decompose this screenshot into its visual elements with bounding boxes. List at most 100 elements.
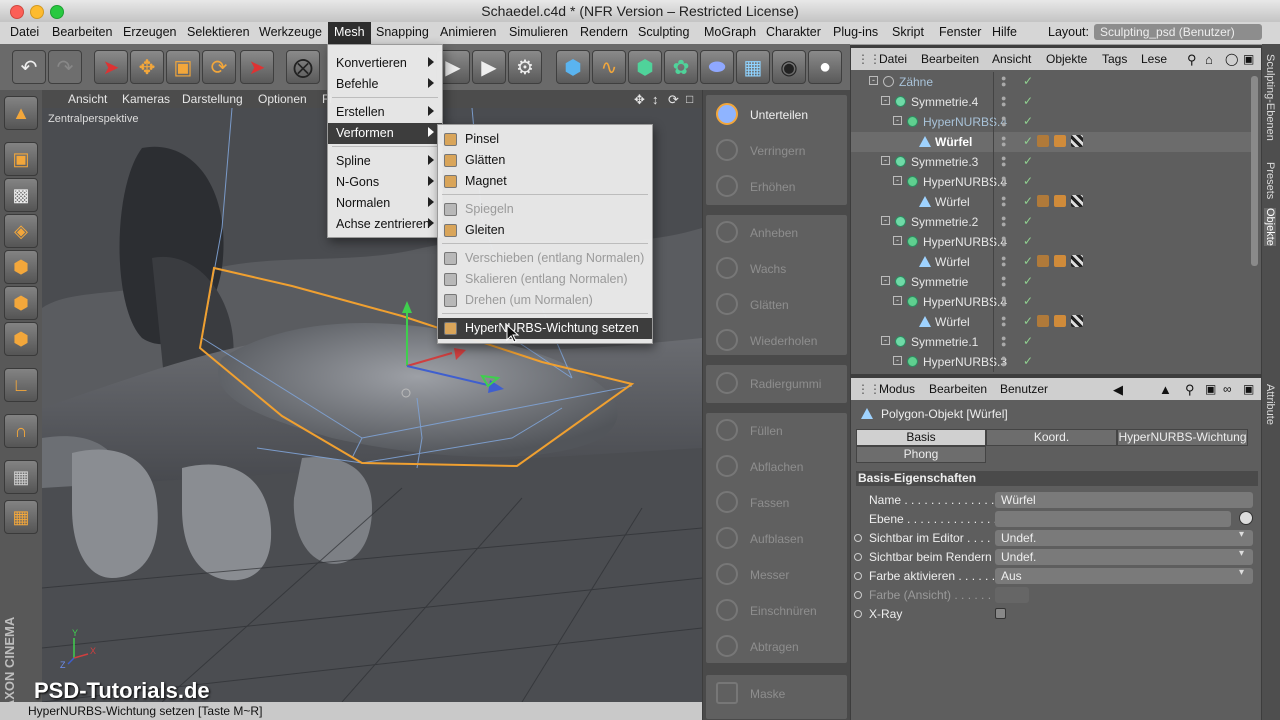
- menu-erzeugen[interactable]: Erzeugen: [123, 25, 177, 39]
- animate-radio-icon[interactable]: [854, 572, 862, 580]
- menu-mesh[interactable]: Mesh: [328, 22, 371, 44]
- brush-fuellen[interactable]: Füllen: [708, 413, 849, 449]
- mesh-menu-item[interactable]: Achse zentrieren: [328, 214, 442, 235]
- phong-tag-icon[interactable]: [1037, 315, 1049, 327]
- visibility-dots-icon[interactable]: ● ●: [1001, 154, 1006, 169]
- om-menu-bearbeiten[interactable]: Bearbeiten: [921, 52, 979, 66]
- viewport-menu-optionen[interactable]: Optionen: [258, 92, 307, 106]
- spline-icon[interactable]: ∿: [592, 50, 626, 84]
- menu-werkzeuge[interactable]: Werkzeuge: [259, 25, 322, 39]
- weight-tag-icon[interactable]: [1054, 255, 1066, 267]
- expand-toggle-icon[interactable]: -: [881, 96, 890, 105]
- verformen-menu-item[interactable]: Gleiten: [438, 220, 652, 241]
- weight-tag-icon[interactable]: [1054, 135, 1066, 147]
- menu-fenster[interactable]: Fenster: [939, 25, 981, 39]
- color-swatch[interactable]: [995, 587, 1029, 603]
- visibility-dots-icon[interactable]: ● ●: [1001, 94, 1006, 109]
- brush-glaetten[interactable]: Glätten: [708, 287, 849, 323]
- tab-objekte[interactable]: Objekte: [1264, 208, 1276, 246]
- menu-datei[interactable]: Datei: [10, 25, 39, 39]
- mesh-menu-item[interactable]: N-Gons: [328, 172, 442, 193]
- om-new-window-icon[interactable]: ▣: [1243, 52, 1254, 66]
- undo-icon[interactable]: ↶: [12, 50, 46, 84]
- verformen-menu-item[interactable]: Pinsel: [438, 129, 652, 150]
- viewport-menu-darstellung[interactable]: Darstellung: [182, 92, 243, 106]
- viewport-menu-kameras[interactable]: Kameras: [122, 92, 170, 106]
- menu-simulieren[interactable]: Simulieren: [509, 25, 568, 39]
- enabled-check-icon[interactable]: ✓: [1023, 194, 1033, 208]
- move-icon[interactable]: ✥: [130, 50, 164, 84]
- enabled-check-icon[interactable]: ✓: [1023, 254, 1033, 268]
- mesh-menu-item[interactable]: Verformen: [328, 123, 442, 144]
- om-home-icon[interactable]: ⌂: [1205, 52, 1213, 67]
- menu-snapping[interactable]: Snapping: [376, 25, 429, 39]
- viewport-maximize-icon[interactable]: □: [686, 92, 693, 106]
- property-select[interactable]: Aus: [995, 568, 1253, 584]
- make-editable-icon[interactable]: ▲: [4, 96, 38, 130]
- redo-icon[interactable]: ↷: [48, 50, 82, 84]
- am-lock-icon[interactable]: ▣: [1205, 382, 1216, 396]
- enabled-check-icon[interactable]: ✓: [1023, 134, 1033, 148]
- verformen-menu-item[interactable]: Drehen (um Normalen): [438, 290, 652, 311]
- om-menu-objekte[interactable]: Objekte: [1046, 52, 1087, 66]
- verformen-menu-item[interactable]: Verschieben (entlang Normalen): [438, 248, 652, 269]
- expand-toggle-icon[interactable]: -: [893, 176, 902, 185]
- viewport-zoom-icon[interactable]: ↕: [652, 92, 659, 107]
- enabled-check-icon[interactable]: ✓: [1023, 154, 1033, 168]
- property-select[interactable]: Undef.: [995, 530, 1253, 546]
- name-field[interactable]: Würfel: [995, 492, 1253, 508]
- tab-presets[interactable]: Presets: [1264, 162, 1276, 199]
- enabled-check-icon[interactable]: ✓: [1023, 214, 1033, 228]
- scale-icon[interactable]: ▣: [166, 50, 200, 84]
- visibility-dots-icon[interactable]: ● ●: [1001, 194, 1006, 209]
- object-row[interactable]: - Zähne ● ● ✓: [851, 72, 1251, 92]
- tab-koord[interactable]: Koord.: [986, 429, 1117, 446]
- animate-radio-icon[interactable]: [854, 591, 862, 599]
- animate-radio-icon[interactable]: [854, 553, 862, 561]
- brush-anheben[interactable]: Anheben: [708, 215, 849, 251]
- om-menu-ansicht[interactable]: Ansicht: [992, 52, 1031, 66]
- menu-bearbeiten[interactable]: Bearbeiten: [52, 25, 112, 39]
- menu-rendern[interactable]: Rendern: [580, 25, 628, 39]
- viewport-move-icon[interactable]: ✥: [634, 92, 645, 108]
- visibility-dots-icon[interactable]: ● ●: [1001, 114, 1006, 129]
- planar-workplane-icon[interactable]: ▦: [4, 500, 38, 534]
- am-search-icon[interactable]: ⚲: [1185, 382, 1195, 398]
- object-row[interactable]: Würfel ● ● ✓: [851, 192, 1251, 212]
- points-mode-icon[interactable]: ⬢: [4, 250, 38, 284]
- object-row[interactable]: - HyperNURBS.4 ● ● ✓: [851, 112, 1251, 132]
- phong-tag-icon[interactable]: [1037, 255, 1049, 267]
- verformen-menu-item[interactable]: Glätten: [438, 150, 652, 171]
- expand-toggle-icon[interactable]: -: [893, 296, 902, 305]
- expand-toggle-icon[interactable]: -: [893, 356, 902, 365]
- snap-icon[interactable]: ∩: [4, 414, 38, 448]
- mesh-menu-item[interactable]: Spline: [328, 151, 442, 172]
- brush-fassen[interactable]: Fassen: [708, 485, 849, 521]
- visibility-dots-icon[interactable]: ● ●: [1001, 174, 1006, 189]
- visibility-dots-icon[interactable]: ● ●: [1001, 294, 1006, 309]
- om-menu-tags[interactable]: Tags: [1102, 52, 1127, 66]
- recent-tool-icon[interactable]: ➤: [240, 50, 274, 84]
- verformen-menu-item[interactable]: Spiegeln: [438, 199, 652, 220]
- layer-field[interactable]: [995, 511, 1231, 527]
- brush-einschnueren[interactable]: Einschnüren: [708, 593, 849, 629]
- am-up-icon[interactable]: ▲: [1159, 382, 1172, 397]
- render-picture-viewer-icon[interactable]: ▶: [472, 50, 506, 84]
- visibility-dots-icon[interactable]: ● ●: [1001, 274, 1006, 289]
- object-row[interactable]: Würfel ● ● ✓: [851, 252, 1251, 272]
- visibility-dots-icon[interactable]: ● ●: [1001, 334, 1006, 349]
- expand-toggle-icon[interactable]: -: [881, 216, 890, 225]
- tab-hypernurbs-wichtung[interactable]: HyperNURBS-Wichtung: [1117, 429, 1248, 446]
- render-settings-icon[interactable]: ⚙: [508, 50, 542, 84]
- array-icon[interactable]: ✿: [664, 50, 698, 84]
- camera-icon[interactable]: ◉: [772, 50, 806, 84]
- brush-aufblasen[interactable]: Aufblasen: [708, 521, 849, 557]
- om-scrollbar[interactable]: [1251, 76, 1258, 266]
- workplane-mode-icon[interactable]: ◈: [4, 214, 38, 248]
- animate-radio-icon[interactable]: [854, 534, 862, 542]
- polygons-mode-icon[interactable]: ⬢: [4, 322, 38, 356]
- object-row[interactable]: - Symmetrie.3 ● ● ✓: [851, 152, 1251, 172]
- tab-sculpting-ebenen[interactable]: Sculpting-Ebenen: [1264, 54, 1276, 141]
- am-menu-modus[interactable]: Modus: [879, 382, 915, 396]
- am-menu-bearbeiten[interactable]: Bearbeiten: [929, 382, 987, 396]
